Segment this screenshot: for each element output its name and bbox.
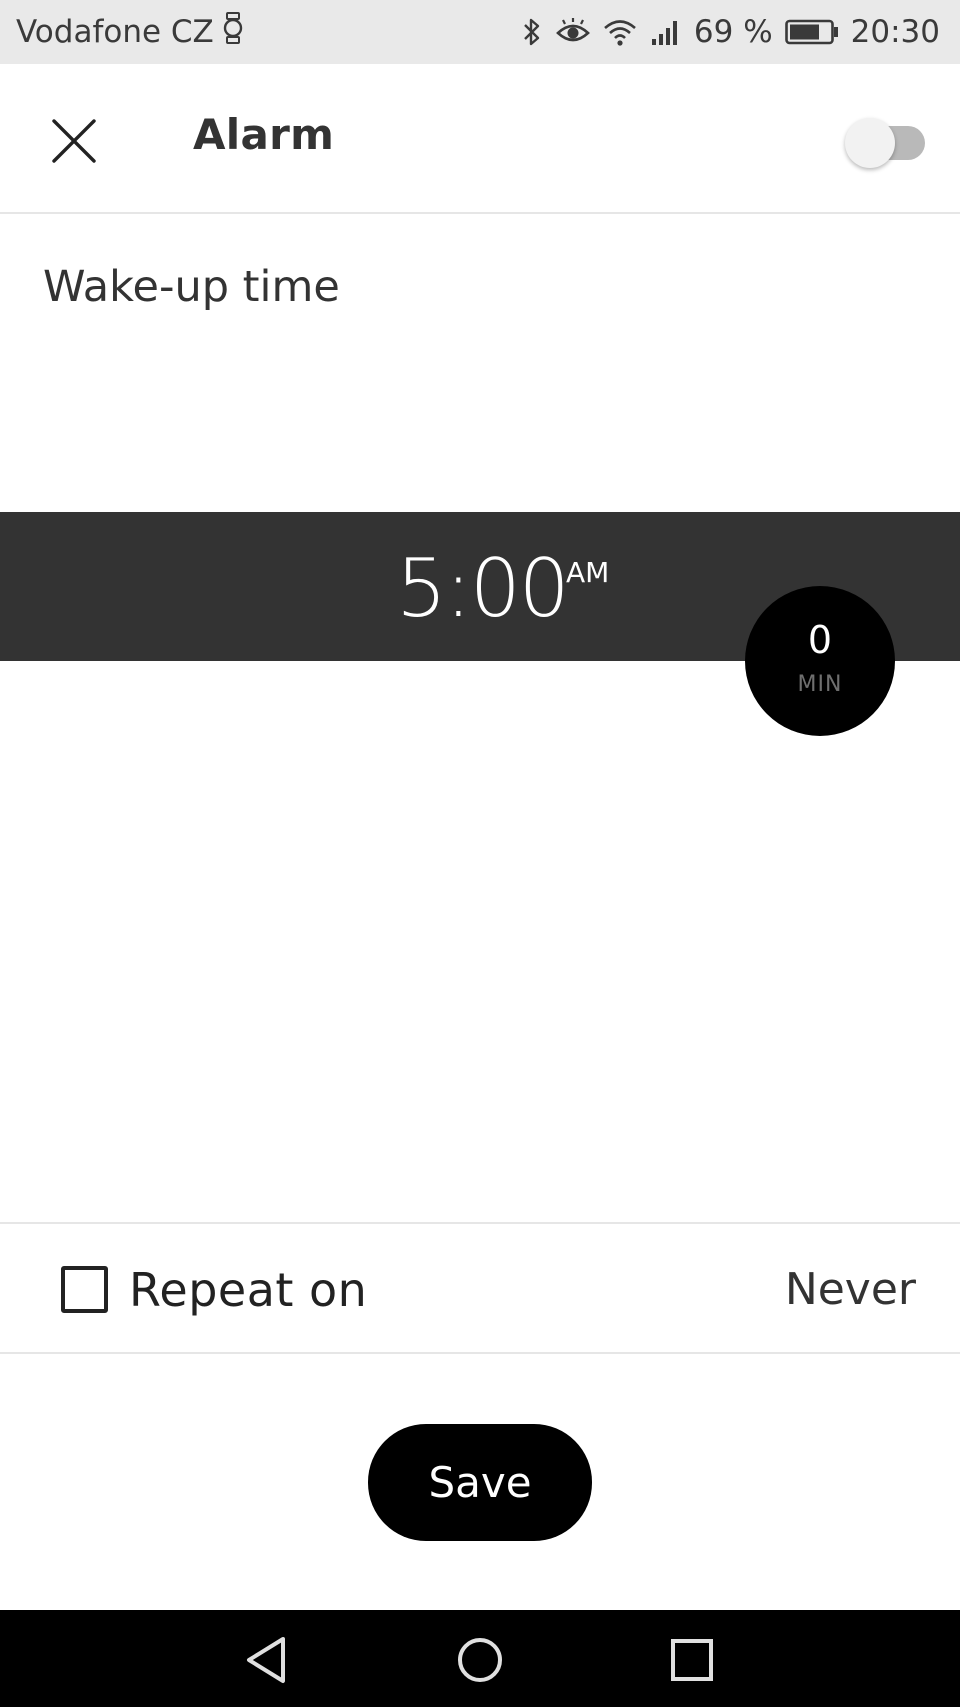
toggle-thumb bbox=[845, 118, 895, 168]
status-right: 69 % 20:30 bbox=[520, 0, 940, 64]
home-button[interactable] bbox=[448, 1628, 512, 1692]
snooze-minutes-button[interactable]: 0 MIN bbox=[745, 586, 895, 736]
bluetooth-icon bbox=[520, 17, 544, 47]
status-left: Vodafone CZ bbox=[16, 0, 244, 64]
repeat-checkbox[interactable] bbox=[61, 1266, 108, 1313]
carrier-name: Vodafone CZ bbox=[16, 14, 214, 50]
navigation-bar bbox=[0, 1610, 960, 1707]
status-bar: Vodafone CZ 69 % 20:30 bbox=[0, 0, 960, 64]
snooze-unit: MIN bbox=[797, 672, 843, 697]
battery-percent: 69 % bbox=[693, 14, 773, 50]
repeat-label: Repeat on bbox=[129, 1263, 368, 1317]
page-title: Alarm bbox=[193, 110, 335, 159]
watch-icon bbox=[222, 12, 244, 52]
recents-button[interactable] bbox=[660, 1628, 724, 1692]
signal-icon bbox=[650, 17, 680, 47]
time-value[interactable]: 5:00 bbox=[396, 542, 570, 635]
repeat-value[interactable]: Never bbox=[785, 1264, 916, 1315]
alarm-toggle[interactable] bbox=[845, 118, 929, 168]
wifi-icon bbox=[602, 17, 638, 47]
home-icon bbox=[458, 1638, 502, 1682]
status-time: 20:30 bbox=[850, 14, 940, 50]
back-button[interactable] bbox=[234, 1628, 298, 1692]
save-button[interactable]: Save bbox=[368, 1424, 592, 1541]
back-icon bbox=[247, 1637, 285, 1683]
battery-icon bbox=[784, 18, 839, 46]
time-period[interactable]: AM bbox=[566, 556, 609, 589]
recents-icon bbox=[671, 1639, 713, 1681]
app-header: Alarm bbox=[0, 64, 960, 214]
close-icon bbox=[52, 119, 96, 163]
repeat-row[interactable]: Repeat on Never bbox=[0, 1222, 960, 1354]
snooze-value: 0 bbox=[807, 618, 833, 662]
eye-comfort-icon bbox=[555, 17, 590, 47]
wake-up-label: Wake-up time bbox=[43, 262, 340, 312]
close-button[interactable] bbox=[44, 111, 104, 171]
